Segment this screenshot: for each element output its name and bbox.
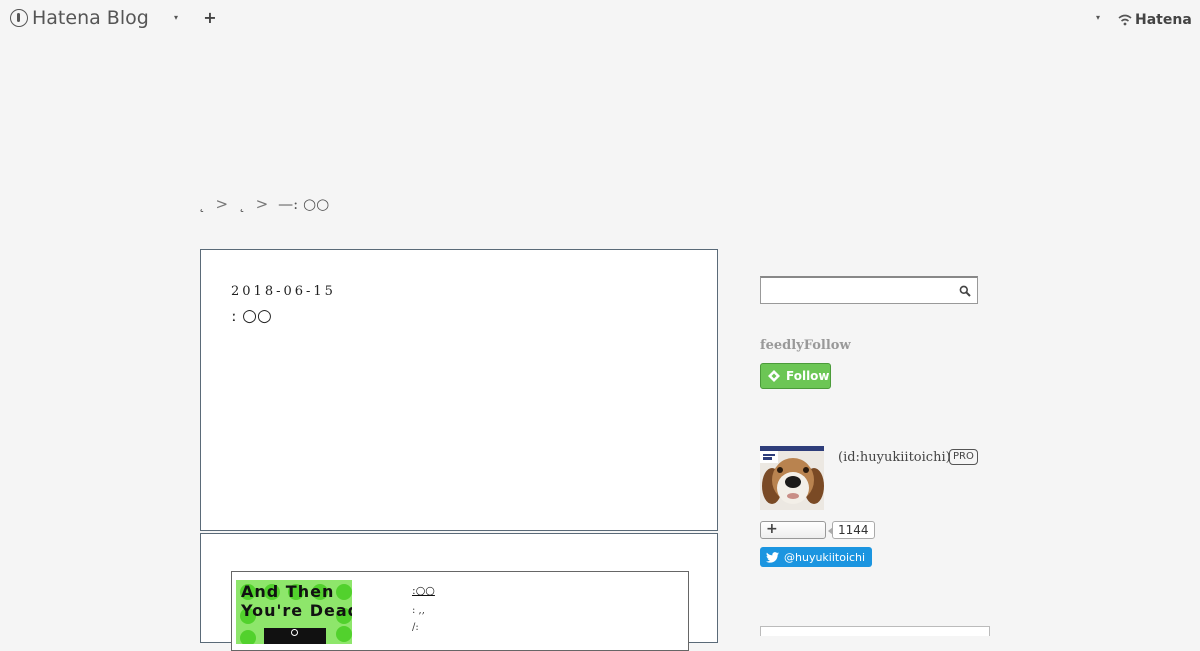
search-icon[interactable]: [959, 285, 971, 297]
thumbnail-text: And Then: [241, 582, 335, 601]
plus-icon: +: [766, 521, 778, 537]
feedly-follow-button[interactable]: Follow: [760, 363, 831, 389]
subscribe-button[interactable]: +: [760, 521, 826, 539]
subscriber-count: 1144: [828, 521, 875, 539]
embed-card[interactable]: And Then You're Dead ː○○ : ,, /:: [231, 571, 689, 651]
feedly-icon: [768, 370, 780, 382]
hatena-wifi-icon: [1118, 14, 1132, 26]
sidebar-module-edge: [760, 626, 990, 636]
global-header: Hatena Blog ▾ + ▾ Hatena: [0, 0, 1200, 38]
related-entry: And Then You're Dead ː○○ : ,, /:: [200, 533, 718, 651]
breadcrumb-item[interactable]: ˛: [198, 195, 206, 213]
hatena-label: Hatena: [1135, 12, 1192, 28]
breadcrumb-separator: >: [215, 195, 229, 213]
twitter-handle: @huyukiitoichi: [784, 550, 866, 564]
beagle-avatar-image: [760, 446, 824, 510]
twitter-bird-icon: [766, 551, 779, 563]
user-id-link[interactable]: (id:huyukiitoichi): [838, 450, 951, 465]
hatena-blog-logo-icon: [10, 9, 28, 27]
embed-meta: /:: [412, 622, 419, 633]
feedly-heading: feedlyFollow: [760, 338, 851, 353]
twitter-follow-button[interactable]: @huyukiitoichi: [760, 547, 872, 567]
embed-meta: : ,,: [412, 605, 425, 616]
breadcrumb-separator: >: [255, 195, 269, 213]
breadcrumb-item[interactable]: ˛: [238, 195, 246, 213]
article-entry: 2018-06-15 ː ○○: [200, 249, 718, 531]
search-box: [760, 276, 978, 304]
hatena-blog-logo[interactable]: Hatena Blog: [10, 6, 149, 30]
breadcrumb-current: —: ○○: [278, 195, 330, 213]
search-input[interactable]: [763, 280, 957, 302]
avatar[interactable]: [760, 446, 824, 510]
article-title[interactable]: ː ○○: [231, 306, 272, 326]
thumbnail-emblem: [264, 628, 326, 644]
add-post-button[interactable]: +: [202, 8, 218, 28]
blog-menu-chevron-down-icon[interactable]: ▾: [171, 12, 181, 24]
embed-title[interactable]: ː○○: [412, 584, 435, 597]
pro-badge: PRO: [949, 449, 978, 465]
breadcrumb: ˛ > ˛ > —: ○○: [198, 192, 329, 216]
hatena-home-link[interactable]: Hatena: [1118, 10, 1192, 30]
thumbnail-text: You're Dead: [241, 601, 352, 620]
embed-thumbnail[interactable]: And Then You're Dead: [236, 580, 352, 644]
brand-name: Hatena Blog: [32, 7, 149, 29]
article-date[interactable]: 2018-06-15: [231, 284, 336, 299]
feedly-follow-label: Follow: [786, 369, 830, 383]
account-menu-chevron-down-icon[interactable]: ▾: [1093, 12, 1103, 24]
